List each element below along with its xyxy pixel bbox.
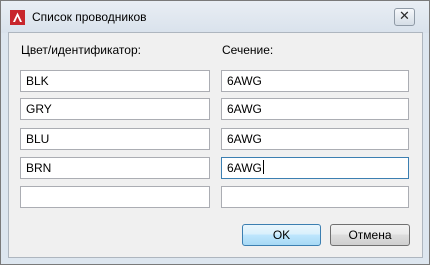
size-field-3[interactable]: 6AWG [221, 128, 409, 150]
title-bar[interactable]: Список проводников ✕ [1, 1, 429, 33]
color-field-2[interactable]: GRY [20, 98, 210, 120]
color-field-3[interactable]: BLU [20, 128, 210, 150]
window-title: Список проводников [32, 10, 147, 24]
color-id-label: Цвет/идентификатор: [21, 43, 141, 57]
size-label: Сечение: [222, 43, 274, 57]
conductor-list-dialog: Список проводников ✕ Цвет/идентификатор:… [0, 0, 430, 265]
cancel-button[interactable]: Отмена [330, 224, 410, 246]
color-field-1[interactable]: BLK [20, 70, 210, 92]
size-field-4[interactable]: 6AWG [221, 157, 409, 179]
text-caret [262, 160, 264, 174]
color-field-4[interactable]: BRN [20, 157, 210, 179]
dialog-body: Цвет/идентификатор: Сечение: BLK 6AWG GR… [8, 32, 423, 258]
ok-button[interactable]: OK [242, 224, 321, 246]
close-button[interactable]: ✕ [394, 8, 415, 26]
size-field-4-value: 6AWG [227, 161, 262, 175]
size-field-1[interactable]: 6AWG [221, 70, 409, 92]
size-field-2[interactable]: 6AWG [221, 98, 409, 120]
close-icon: ✕ [399, 9, 410, 24]
color-field-5[interactable] [20, 186, 210, 208]
autocad-icon [10, 10, 25, 25]
size-field-5[interactable] [221, 186, 409, 208]
